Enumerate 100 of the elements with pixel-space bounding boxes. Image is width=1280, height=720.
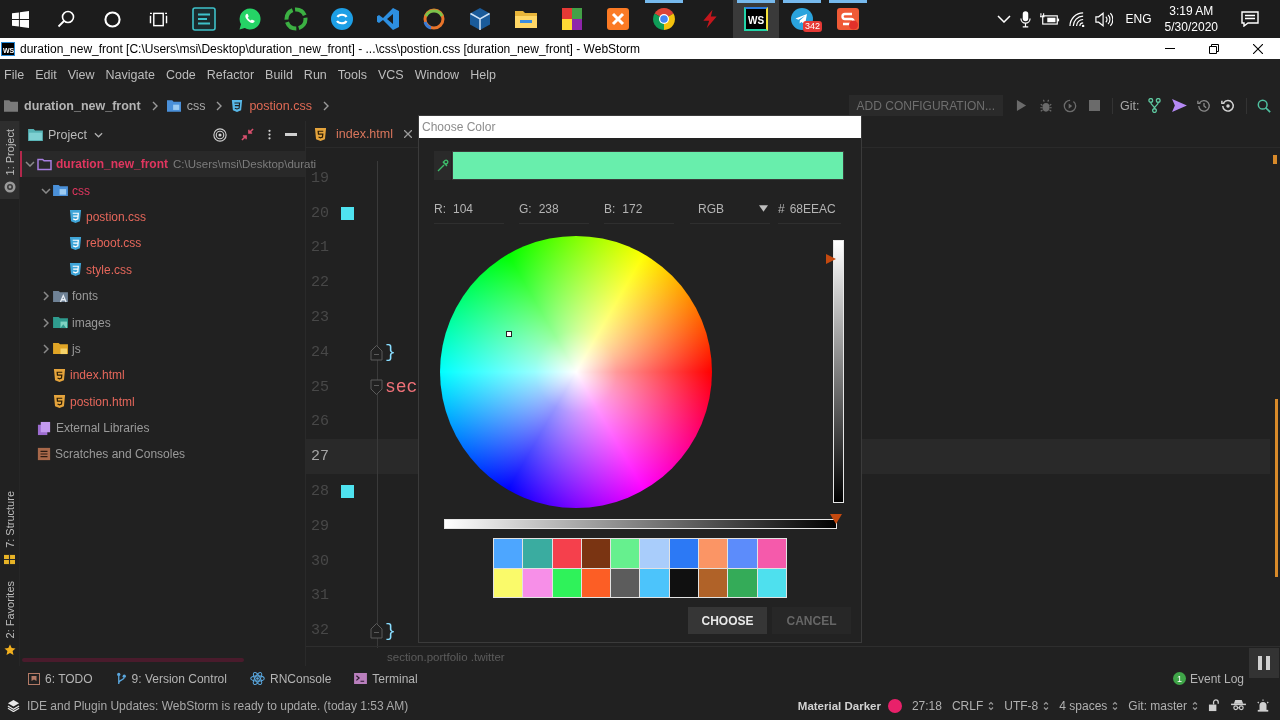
swatch-icon[interactable] <box>552 568 581 597</box>
window-stack-icon[interactable] <box>148 10 168 28</box>
menu-item[interactable]: Run <box>303 67 327 82</box>
tool-window-tab[interactable]: 6: TODO <box>28 671 93 686</box>
status-widget[interactable]: Git: master <box>1128 698 1198 713</box>
volume-icon[interactable] <box>1094 11 1113 27</box>
swatch-icon[interactable] <box>640 539 669 568</box>
swatch-icon[interactable] <box>523 568 552 597</box>
target-icon[interactable] <box>213 127 227 142</box>
slider-thumb[interactable] <box>830 514 842 524</box>
layers-icon[interactable] <box>7 699 20 712</box>
four-panes-icon[interactable] <box>11 10 29 28</box>
history-icon[interactable] <box>1196 98 1211 113</box>
search-icon[interactable] <box>1256 98 1271 113</box>
swatch-icon[interactable] <box>757 568 786 597</box>
number-field[interactable]: R: 104 <box>434 198 504 224</box>
language-indicator[interactable]: ENG <box>1125 12 1152 26</box>
branch-icon[interactable] <box>1148 98 1162 113</box>
hex-field[interactable]: # 68EEAC <box>778 198 841 224</box>
swatch-icon[interactable] <box>581 568 611 597</box>
fold-marker-icon[interactable] <box>370 622 383 640</box>
revert-icon[interactable] <box>1221 98 1236 113</box>
tree-item[interactable]: reboot.css <box>20 230 305 257</box>
notification-icon[interactable] <box>1241 11 1259 27</box>
menu-item[interactable]: View <box>67 67 95 82</box>
status-widget[interactable]: CRLF <box>951 698 995 713</box>
search-icon[interactable] <box>57 10 75 28</box>
tree-item[interactable]: style.css <box>20 256 305 283</box>
view-dropdown[interactable]: Project <box>48 127 103 142</box>
fold-marker-icon[interactable] <box>370 378 383 396</box>
taskbar-button[interactable]: 342 <box>779 0 825 38</box>
microphone-icon[interactable] <box>1019 10 1031 28</box>
swatch-icon[interactable] <box>341 485 354 499</box>
swatch-icon[interactable] <box>640 568 669 597</box>
menu-item[interactable]: Help <box>470 67 496 82</box>
tree-item[interactable]: postion.html <box>20 388 305 415</box>
close-icon[interactable] <box>404 130 412 138</box>
caret-position[interactable]: 27:18 <box>911 698 942 713</box>
swatch-icon[interactable] <box>494 539 523 568</box>
more-icon[interactable] <box>268 128 271 141</box>
stop-icon[interactable] <box>1089 100 1101 111</box>
fold-marker-icon[interactable] <box>370 343 383 361</box>
tool-window-tab[interactable]: 9: Version Control <box>115 671 227 686</box>
collapse-icon[interactable] <box>241 128 254 141</box>
swatch-icon[interactable] <box>669 568 699 597</box>
tree-item[interactable]: images <box>20 309 305 336</box>
menu-item[interactable]: VCS <box>378 67 404 82</box>
circle-play-icon[interactable] <box>1063 98 1078 113</box>
battery-icon[interactable] <box>1039 12 1060 26</box>
tree-item[interactable]: css <box>20 177 305 204</box>
swatch-icon[interactable] <box>669 539 699 568</box>
swatch-icon[interactable] <box>494 568 523 597</box>
dot-icon[interactable] <box>887 698 902 713</box>
tree-item[interactable]: postion.css <box>20 203 305 231</box>
status-widget[interactable]: 4 spaces <box>1059 698 1119 713</box>
send-icon[interactable] <box>1171 99 1187 112</box>
editor-tab[interactable]: index.html <box>306 121 421 147</box>
swatch-icon[interactable] <box>699 568 728 597</box>
menu-item[interactable]: Edit <box>35 67 57 82</box>
marker-icon[interactable] <box>506 331 513 338</box>
restore-icon[interactable] <box>1209 43 1219 54</box>
close-icon[interactable] <box>1253 43 1263 54</box>
theme-label[interactable]: Material Darker <box>797 699 881 712</box>
tool-window-tab[interactable]: 1: Project <box>0 121 19 200</box>
menu-item[interactable]: Code <box>165 67 196 82</box>
menu-item[interactable]: Build <box>265 67 293 82</box>
swatch-icon[interactable] <box>757 539 786 568</box>
breadcrumb-item[interactable]: duration_new_front <box>4 98 141 113</box>
swatch-icon[interactable] <box>611 568 640 597</box>
hat-icon[interactable] <box>1231 699 1246 712</box>
wifi-icon[interactable] <box>1068 11 1086 27</box>
scrollbar-thumb[interactable] <box>22 658 244 662</box>
swatch-icon[interactable] <box>699 539 728 568</box>
number-field[interactable]: G: 238 <box>519 198 589 224</box>
tool-window-tab[interactable]: RNConsole <box>249 671 332 686</box>
slider-thumb[interactable] <box>826 254 836 265</box>
swatch-icon[interactable] <box>728 568 757 597</box>
tree-item[interactable]: fonts <box>20 282 305 310</box>
menu-item[interactable]: Window <box>414 67 460 82</box>
tree-item[interactable]: index.html <box>20 362 305 389</box>
swatch-icon[interactable] <box>581 539 611 568</box>
menu-item[interactable]: Refactor <box>206 67 255 82</box>
scrollbar-thumb[interactable] <box>1275 399 1278 577</box>
menu-item[interactable]: File <box>4 67 25 82</box>
eyedropper-icon[interactable] <box>434 151 451 180</box>
lock-icon[interactable] <box>1208 699 1221 712</box>
number-field[interactable]: B: 172 <box>604 198 674 224</box>
tree-item[interactable]: js <box>20 335 305 363</box>
tool-window-tab[interactable]: Terminal <box>354 671 418 686</box>
tool-window-tab[interactable]: 7: Structure <box>0 482 19 571</box>
bug-icon[interactable] <box>1038 98 1053 113</box>
tool-window-tab[interactable]: Event Log <box>1189 671 1244 686</box>
clock[interactable]: 3:19 AM 5/30/2020 <box>1164 3 1218 35</box>
menu-item[interactable]: Tools <box>337 67 367 82</box>
swatch-icon[interactable] <box>611 539 640 568</box>
swatch-icon[interactable] <box>552 539 581 568</box>
tree-item[interactable]: Scratches and Consoles <box>20 441 305 468</box>
siren-icon[interactable] <box>1256 699 1270 712</box>
swatch-icon[interactable] <box>728 539 757 568</box>
tree-item[interactable]: External Libraries <box>20 414 305 442</box>
